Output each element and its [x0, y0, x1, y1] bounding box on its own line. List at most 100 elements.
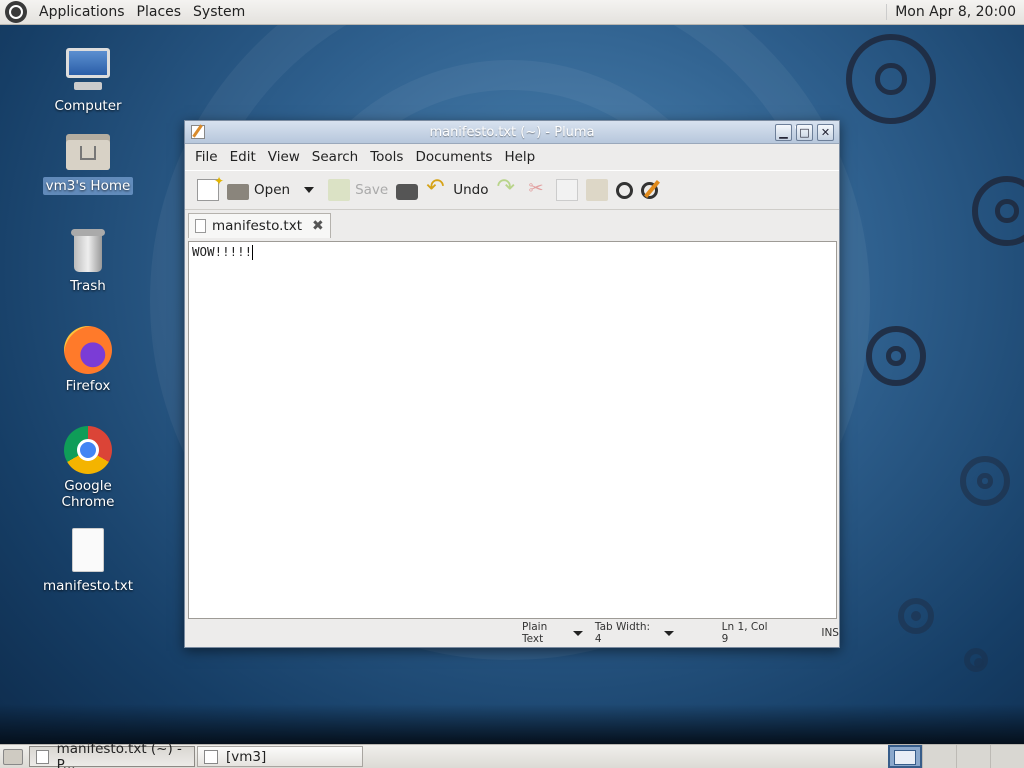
text-editor[interactable]: WOW!!!!!: [188, 241, 837, 619]
wallpaper-grass: [0, 704, 1024, 744]
menu-view[interactable]: View: [262, 149, 306, 165]
new-button[interactable]: [193, 173, 224, 207]
open-recent-dropdown[interactable]: [294, 173, 324, 207]
places-menu[interactable]: Places: [131, 4, 188, 20]
desktop-icon-label: Computer: [54, 98, 122, 114]
undo-label: Undo: [453, 182, 489, 198]
desktop-icon-trash[interactable]: Trash: [38, 226, 138, 295]
pluma-app-icon: [36, 749, 49, 764]
scissors-icon: [526, 178, 548, 201]
close-button[interactable]: ✕: [817, 123, 834, 141]
menubar: File Edit View Search Tools Documents He…: [185, 144, 839, 170]
minimize-button[interactable]: ▁: [775, 123, 792, 141]
desktop-icon-home[interactable]: vm3's Home: [38, 126, 138, 195]
computer-icon: [64, 46, 112, 94]
close-tab-icon[interactable]: ✖: [312, 218, 324, 234]
wallpaper-logo: [846, 34, 936, 124]
applications-menu[interactable]: Applications: [33, 4, 131, 20]
window-titlebar[interactable]: manifesto.txt (~) - Pluma ▁ □ ✕: [185, 121, 839, 144]
text-file-icon: [195, 219, 206, 233]
desktop-icon-label: vm3's Home: [42, 177, 134, 195]
task-label: manifesto.txt (~) - P...: [56, 740, 182, 768]
text-caret: [252, 245, 254, 260]
mate-menu-icon[interactable]: [5, 1, 27, 23]
desktop-icon-chrome[interactable]: Google Chrome: [38, 426, 138, 511]
open-button[interactable]: Open: [223, 173, 294, 207]
insert-mode: INS: [821, 627, 839, 639]
copy-button[interactable]: [552, 173, 582, 207]
system-menu[interactable]: System: [187, 4, 251, 20]
workspace-2[interactable]: [922, 745, 956, 768]
menu-file[interactable]: File: [189, 149, 224, 165]
workspace-1[interactable]: [888, 745, 922, 768]
cursor-position: Ln 1, Col 9: [721, 621, 768, 645]
desktop-icon-label: Google Chrome: [61, 478, 115, 510]
bottom-panel: manifesto.txt (~) - P... [vm3]: [0, 741, 1024, 768]
window-title: manifesto.txt (~) - Pluma: [429, 124, 595, 140]
desktop-icon-label: manifesto.txt: [42, 578, 133, 594]
tab-manifesto[interactable]: manifesto.txt ✖: [188, 213, 331, 238]
workspace-4[interactable]: [990, 745, 1024, 768]
taskbar-item-pluma[interactable]: manifesto.txt (~) - P...: [29, 741, 195, 768]
clipboard-icon: [586, 179, 609, 201]
magnifier-icon: [616, 181, 634, 199]
task-label: [vm3]: [226, 748, 267, 765]
desktop-icon-firefox[interactable]: Firefox: [38, 326, 138, 395]
menu-documents[interactable]: Documents: [409, 149, 498, 165]
desktop-icon-label: Firefox: [65, 378, 111, 394]
undo-button[interactable]: Undo: [422, 173, 492, 207]
chrome-icon: [64, 426, 112, 474]
paste-button[interactable]: [582, 173, 612, 207]
firefox-icon: [64, 326, 112, 374]
undo-icon: [426, 175, 448, 201]
wallpaper-logo: [866, 326, 926, 386]
wallpaper-logo: [964, 648, 988, 672]
redo-button[interactable]: [492, 173, 522, 207]
workspace-3[interactable]: [956, 745, 990, 768]
save-icon: [328, 179, 351, 201]
copy-icon: [556, 179, 579, 201]
wallpaper-logo: [972, 176, 1024, 246]
language-selector[interactable]: Plain Text: [522, 621, 583, 645]
desktop-icon-computer[interactable]: Computer: [38, 46, 138, 115]
tab-label: manifesto.txt: [212, 218, 303, 234]
redo-icon: [496, 175, 518, 201]
chevron-down-icon: [572, 630, 583, 636]
menu-help[interactable]: Help: [498, 149, 541, 165]
maximize-button[interactable]: □: [796, 123, 813, 141]
folder-icon: [204, 749, 218, 764]
menu-edit[interactable]: Edit: [224, 149, 262, 165]
wallpaper-logo: [898, 598, 934, 634]
show-desktop-button[interactable]: [3, 748, 23, 765]
print-button[interactable]: [392, 173, 422, 207]
wallpaper-logo: [960, 456, 1010, 506]
tab-width-label: Tab Width: 4: [594, 621, 651, 645]
printer-icon: [396, 184, 419, 200]
menu-search[interactable]: Search: [306, 149, 364, 165]
workspace-switcher: [888, 745, 1024, 768]
save-button[interactable]: Save: [324, 173, 392, 207]
replace-button[interactable]: [637, 173, 662, 207]
tab-width-selector[interactable]: Tab Width: 4: [595, 621, 674, 645]
desktop-icon-manifesto[interactable]: manifesto.txt: [38, 526, 138, 595]
save-label: Save: [355, 182, 389, 198]
chevron-down-icon: [663, 630, 674, 636]
new-document-icon: [197, 174, 224, 201]
language-label: Plain Text: [522, 621, 548, 645]
taskbar-item-vm3[interactable]: [vm3]: [197, 746, 363, 767]
document-tabbar: manifesto.txt ✖: [185, 210, 839, 238]
statusbar: Plain Text Tab Width: 4 Ln 1, Col 9 INS: [185, 619, 839, 647]
trash-icon: [64, 226, 112, 274]
open-label: Open: [254, 182, 291, 198]
editor-text: WOW!!!!!: [192, 244, 253, 259]
open-folder-icon: [227, 184, 249, 200]
menu-tools[interactable]: Tools: [364, 149, 409, 165]
find-replace-icon: [641, 181, 659, 199]
clock[interactable]: Mon Apr 8, 20:00: [886, 4, 1024, 20]
cut-button[interactable]: [522, 173, 552, 207]
desktop-icon-label: Trash: [70, 278, 106, 294]
find-button[interactable]: [612, 173, 637, 207]
toolbar: Open Save Undo: [185, 170, 839, 210]
home-folder-icon: [64, 126, 112, 174]
chevron-down-icon: [304, 187, 315, 193]
